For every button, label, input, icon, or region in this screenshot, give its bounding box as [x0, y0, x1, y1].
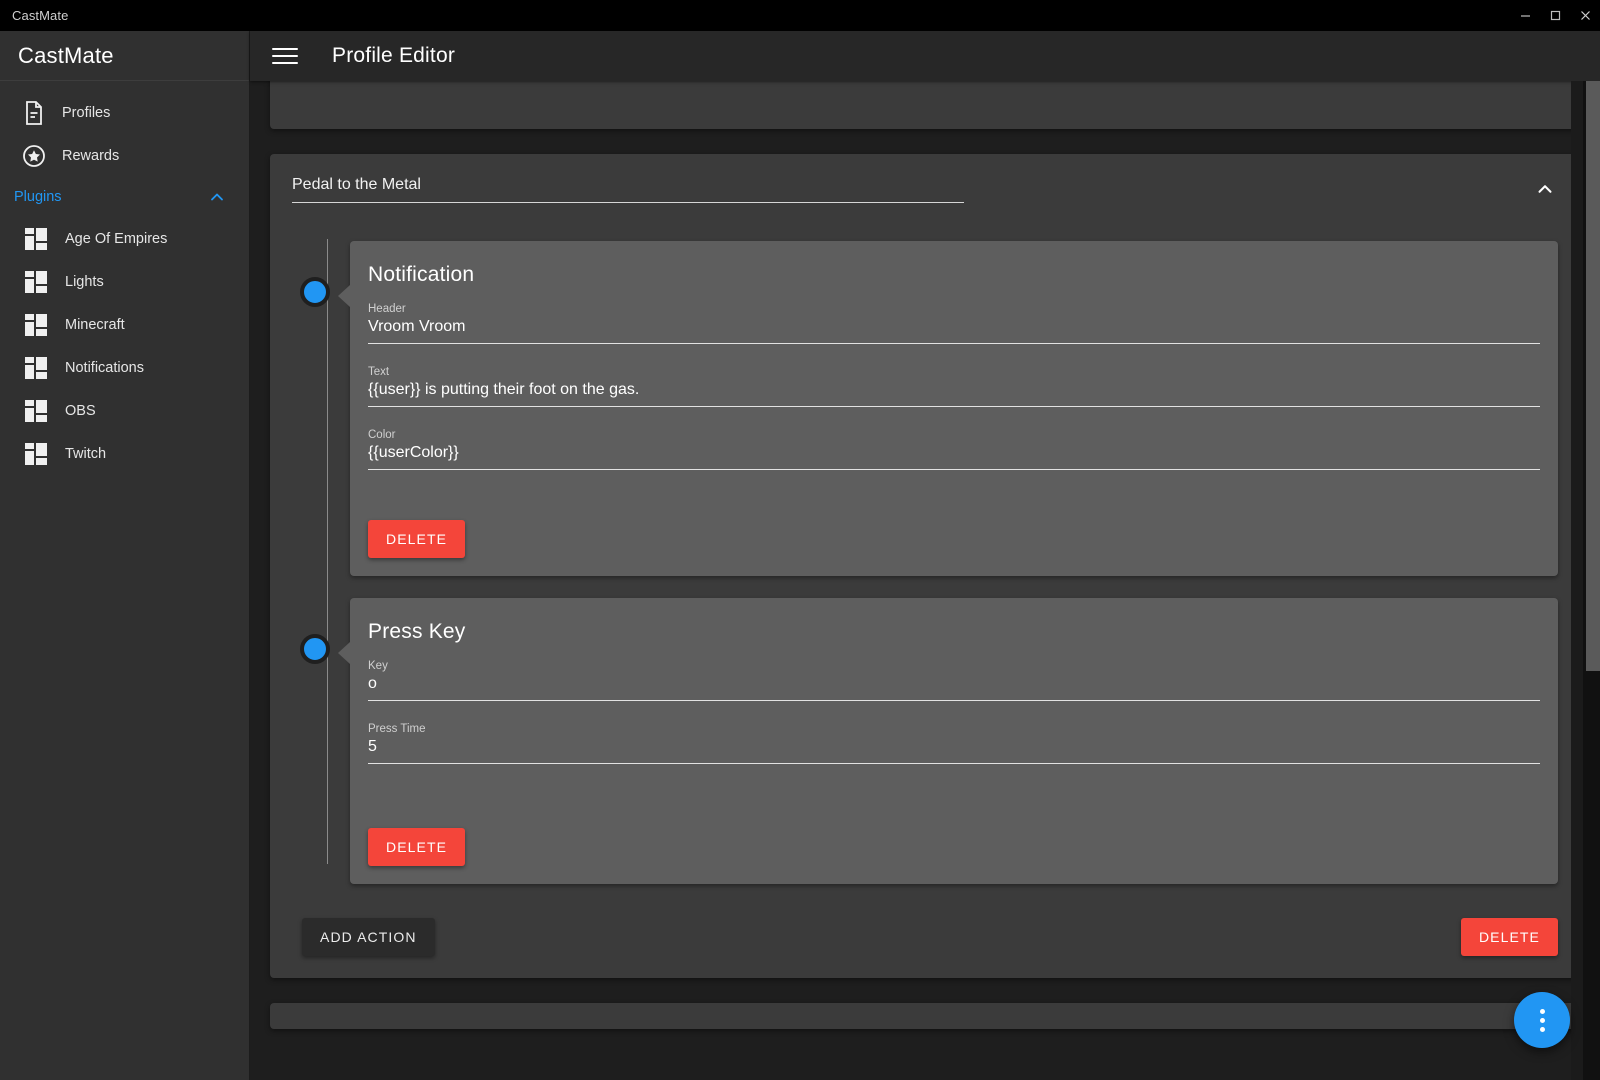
footer-right: DELETE — [1460, 918, 1558, 956]
field-label: Text — [368, 366, 390, 378]
profile-scroll-area[interactable]: Pedal to the Metal Notification Header V… — [250, 81, 1600, 1080]
add-action-button[interactable]: ADD ACTION — [302, 918, 435, 956]
page-scrollbar-track[interactable] — [1583, 81, 1600, 1080]
field-label: Header — [368, 303, 406, 315]
action-card-press-key[interactable]: Press Key Key o Press Time 5 DELETE — [350, 598, 1558, 884]
sidebar: CastMate Profiles Rewards Plugins Age Of… — [0, 31, 250, 1080]
minimize-icon[interactable] — [1510, 0, 1540, 31]
app-bar: Profile Editor — [250, 31, 1600, 81]
action-title: Press Key — [368, 620, 466, 643]
field-color: Color {{userColor}} — [368, 429, 1540, 470]
dashboard-grid-icon — [14, 227, 58, 250]
field-label: Press Time — [368, 723, 426, 735]
action-row: Press Key Key o Press Time 5 DELETE — [292, 598, 1558, 884]
sidebar-item-label: Minecraft — [65, 316, 125, 333]
callout-arrow-icon — [338, 285, 350, 307]
delete-action-button[interactable]: DELETE — [368, 828, 466, 866]
close-icon[interactable] — [1570, 0, 1600, 31]
window-controls — [1510, 0, 1600, 31]
profile-list: Pedal to the Metal Notification Header V… — [270, 81, 1580, 1029]
sidebar-item-label: Age Of Empires — [65, 230, 168, 247]
chevron-up-icon — [207, 187, 227, 207]
field-input[interactable]: {{user}} is putting their foot on the ga… — [368, 381, 1540, 407]
more-vertical-icon-dot — [1539, 1017, 1545, 1023]
window-titlebar: CastMate — [0, 0, 1600, 31]
page-title: Profile Editor — [332, 44, 456, 67]
sidebar-item-lights[interactable]: Lights — [0, 260, 249, 303]
profile-card-previous[interactable] — [270, 81, 1580, 129]
sidebar-group-label: Plugins — [14, 189, 62, 205]
dashboard-grid-icon — [14, 399, 58, 422]
profile-card-next[interactable] — [270, 1003, 1580, 1029]
sidebar-brand: CastMate — [0, 31, 249, 81]
footer-strip — [250, 1068, 1600, 1080]
sidebar-item-label: Profiles — [62, 104, 111, 121]
sidebar-item-age-of-empires[interactable]: Age Of Empires — [0, 217, 249, 260]
dashboard-grid-icon — [14, 313, 58, 336]
sidebar-plugin-list: Age Of Empires Lights Minecraft Notifica… — [0, 217, 249, 475]
document-icon — [14, 100, 54, 125]
callout-arrow-icon — [338, 642, 350, 664]
app-root: CastMate Profiles Rewards Plugins Age Of… — [0, 31, 1600, 1080]
sidebar-item-label: Lights — [65, 273, 104, 290]
maximize-icon[interactable] — [1540, 0, 1570, 31]
field-label: Color — [368, 429, 396, 441]
sidebar-item-minecraft[interactable]: Minecraft — [0, 303, 249, 346]
field-input[interactable]: o — [368, 675, 1540, 701]
timeline-dot[interactable] — [300, 634, 330, 664]
page-scrollbar-thumb[interactable] — [1586, 81, 1600, 671]
footer-left: ADD ACTION — [292, 918, 435, 956]
more-vertical-icon-dot — [1539, 1008, 1545, 1014]
profile-card-pedal-to-the-metal: Pedal to the Metal Notification Header V… — [270, 154, 1580, 978]
star-circle-icon — [14, 144, 54, 168]
action-timeline: Notification Header Vroom Vroom Text {{u… — [270, 203, 1580, 884]
sidebar-item-label: OBS — [65, 402, 96, 419]
main-region: Profile Editor Pedal to the Metal Notifi… — [250, 31, 1600, 1080]
sidebar-item-notifications[interactable]: Notifications — [0, 346, 249, 389]
dashboard-grid-icon — [14, 356, 58, 379]
sidebar-item-twitch[interactable]: Twitch — [0, 432, 249, 475]
action-row: Notification Header Vroom Vroom Text {{u… — [292, 241, 1558, 576]
sidebar-group-plugins[interactable]: Plugins — [0, 177, 249, 217]
sidebar-item-profiles[interactable]: Profiles — [0, 91, 249, 134]
sidebar-item-label: Rewards — [62, 147, 120, 164]
chevron-up-icon[interactable] — [1528, 172, 1562, 206]
field-label: Key — [368, 660, 388, 672]
sidebar-item-label: Notifications — [65, 359, 144, 376]
timeline-dot[interactable] — [300, 277, 330, 307]
action-card-notification[interactable]: Notification Header Vroom Vroom Text {{u… — [350, 241, 1558, 576]
delete-action-button[interactable]: DELETE — [368, 520, 466, 558]
sidebar-item-label: Twitch — [65, 445, 107, 462]
field-input[interactable]: {{userColor}} — [368, 444, 1540, 470]
field-text: Text {{user}} is putting their foot on t… — [368, 366, 1540, 407]
dashboard-grid-icon — [14, 442, 58, 465]
delete-profile-button[interactable]: DELETE — [1460, 918, 1558, 956]
sidebar-item-rewards[interactable]: Rewards — [0, 134, 249, 177]
profile-header: Pedal to the Metal — [270, 154, 1580, 203]
timeline-dot-wrap — [292, 241, 338, 307]
field-input[interactable]: Vroom Vroom — [368, 318, 1540, 344]
field-press-time: Press Time 5 — [368, 723, 1540, 764]
field-key: Key o — [368, 660, 1540, 701]
dashboard-grid-icon — [14, 270, 58, 293]
profile-name-input[interactable]: Pedal to the Metal — [292, 176, 964, 203]
profile-card-footer: ADD ACTION DELETE — [270, 906, 1580, 978]
window-title: CastMate — [12, 8, 69, 23]
field-header: Header Vroom Vroom — [368, 303, 1540, 344]
action-title: Notification — [368, 263, 475, 286]
inner-scrollbar-track[interactable] — [1571, 81, 1583, 1080]
inner-scrollbar-thumb[interactable] — [1572, 81, 1582, 1080]
field-input[interactable]: 5 — [368, 738, 1540, 764]
hamburger-icon[interactable] — [272, 40, 304, 72]
timeline-dot-wrap — [292, 598, 338, 664]
more-options-fab[interactable] — [1514, 992, 1570, 1048]
sidebar-item-obs[interactable]: OBS — [0, 389, 249, 432]
more-vertical-icon-dot — [1539, 1026, 1545, 1032]
sidebar-primary-list: Profiles Rewards Plugins Age Of Empires … — [0, 81, 249, 475]
